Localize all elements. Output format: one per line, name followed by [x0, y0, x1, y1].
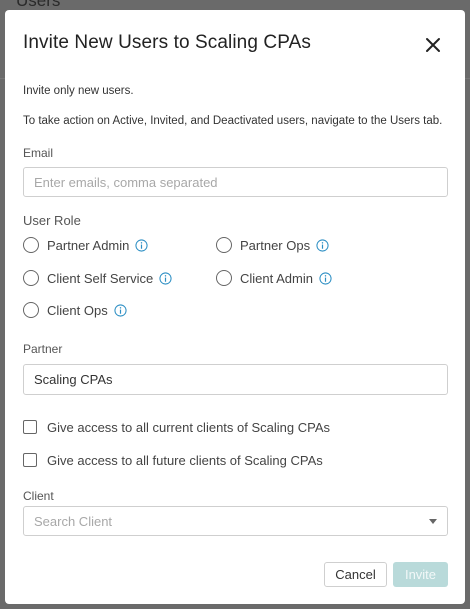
client-select[interactable]: Search Client: [23, 506, 448, 536]
client-label: Client: [23, 489, 54, 503]
invite-users-dialog: Invite New Users to Scaling CPAs Invite …: [5, 10, 465, 604]
client-select-placeholder: Search Client: [34, 513, 113, 529]
radio-client-admin[interactable]: Client Admin: [216, 268, 332, 288]
invite-note: Invite only new users.: [23, 85, 134, 97]
partner-field[interactable]: [23, 364, 448, 395]
radio-client-self-service[interactable]: Client Self Service: [23, 268, 172, 288]
email-label: Email: [23, 146, 54, 160]
checkbox-access-current-clients[interactable]: Give access to all current clients of Sc…: [23, 417, 330, 437]
radio-button[interactable]: [216, 270, 232, 286]
partner-label: Partner: [23, 342, 63, 356]
radio-partner-admin[interactable]: Partner Admin: [23, 235, 148, 255]
dialog-title: Invite New Users to Scaling CPAs: [23, 32, 311, 53]
info-icon[interactable]: [114, 303, 127, 317]
radio-label: Partner Admin: [47, 237, 130, 253]
chevron-down-icon[interactable]: [429, 518, 437, 524]
info-icon[interactable]: [316, 238, 329, 252]
cancel-button[interactable]: Cancel: [324, 562, 387, 587]
radio-label: Partner Ops: [240, 237, 311, 253]
radio-button[interactable]: [216, 237, 232, 253]
close-icon[interactable]: [424, 36, 442, 54]
email-field[interactable]: [23, 167, 448, 197]
radio-label: Client Self Service: [47, 270, 154, 286]
checkbox-access-future-clients[interactable]: Give access to all future clients of Sca…: [23, 450, 323, 470]
checkbox-label: Give access to all current clients of Sc…: [47, 419, 330, 435]
info-icon[interactable]: [159, 271, 172, 285]
invite-button[interactable]: Invite: [393, 562, 448, 587]
checkbox-label: Give access to all future clients of Sca…: [47, 452, 323, 468]
radio-button[interactable]: [23, 270, 39, 286]
checkbox[interactable]: [23, 453, 37, 467]
user-role-label: User Role: [23, 213, 81, 228]
radio-partner-ops[interactable]: Partner Ops: [216, 235, 329, 255]
info-icon[interactable]: [319, 271, 332, 285]
radio-label: Client Admin: [240, 270, 313, 286]
info-icon[interactable]: [135, 238, 148, 252]
users-tab-note: To take action on Active, Invited, and D…: [23, 115, 443, 127]
radio-label: Client Ops: [47, 302, 108, 318]
radio-button[interactable]: [23, 237, 39, 253]
radio-button[interactable]: [23, 302, 39, 318]
checkbox[interactable]: [23, 420, 37, 434]
radio-client-ops[interactable]: Client Ops: [23, 300, 127, 320]
